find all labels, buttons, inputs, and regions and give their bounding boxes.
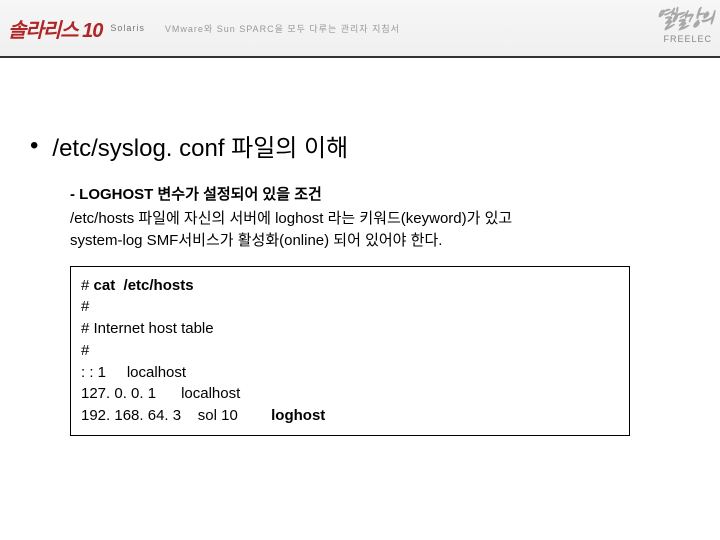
logo-subtext: Solaris <box>110 23 145 33</box>
code-box: # cat /etc/hosts # # Internet host table… <box>70 266 630 436</box>
sub-body-line-2: system-log SMF서비스가 활성화(online) 되어 있어야 한다… <box>70 232 442 249</box>
sub-block: - LOGHOST 변수가 설정되어 있을 조건 /etc/hosts 파일에 … <box>70 183 690 252</box>
slide-content: • /etc/syslog. conf 파일의 이해 - LOGHOST 변수가… <box>0 58 720 436</box>
sub-heading: - LOGHOST 변수가 설정되어 있을 조건 <box>70 183 690 204</box>
sub-body-line-1: /etc/hosts 파일에 자신의 서버에 loghost 라는 키워드(ke… <box>70 210 512 227</box>
bullet-icon: • <box>30 134 38 158</box>
brand-korean: 열혈강의 <box>657 7 712 31</box>
code-prompt: # <box>81 277 94 294</box>
brand-block: 열혈강의 FREELEC <box>657 4 712 44</box>
logo-block: 솔라리스 10 Solaris <box>8 14 145 43</box>
slide-header: 솔라리스 10 Solaris VMware와 Sun SPARC을 모두 다루… <box>0 0 720 58</box>
code-last-left: 192. 168. 64. 3 sol 10 <box>81 407 238 424</box>
code-line-0: # <box>81 298 89 315</box>
code-last-bold: loghost <box>271 407 325 424</box>
brand-english: FREELEC <box>657 34 712 44</box>
sub-body: /etc/hosts 파일에 자신의 서버에 loghost 라는 키워드(ke… <box>70 208 690 252</box>
code-command: cat /etc/hosts <box>94 277 194 294</box>
code-cmd-line: # cat /etc/hosts <box>81 277 194 294</box>
main-title: /etc/syslog. conf 파일의 이해 <box>52 128 348 163</box>
main-bullet-line: • /etc/syslog. conf 파일의 이해 <box>30 128 690 163</box>
code-last-line: 192. 168. 64. 3 sol 10 loghost <box>81 407 325 424</box>
code-line-4: 127. 0. 0. 1 localhost <box>81 385 240 402</box>
header-tagline: VMware와 Sun SPARC을 모두 다루는 관리자 지침서 <box>165 22 400 35</box>
logo-text: 솔라리스 10 <box>8 14 102 43</box>
code-line-1: # Internet host table <box>81 320 214 337</box>
header-divider <box>0 56 720 58</box>
code-line-2: # <box>81 342 89 359</box>
code-line-3: : : 1 localhost <box>81 364 186 381</box>
